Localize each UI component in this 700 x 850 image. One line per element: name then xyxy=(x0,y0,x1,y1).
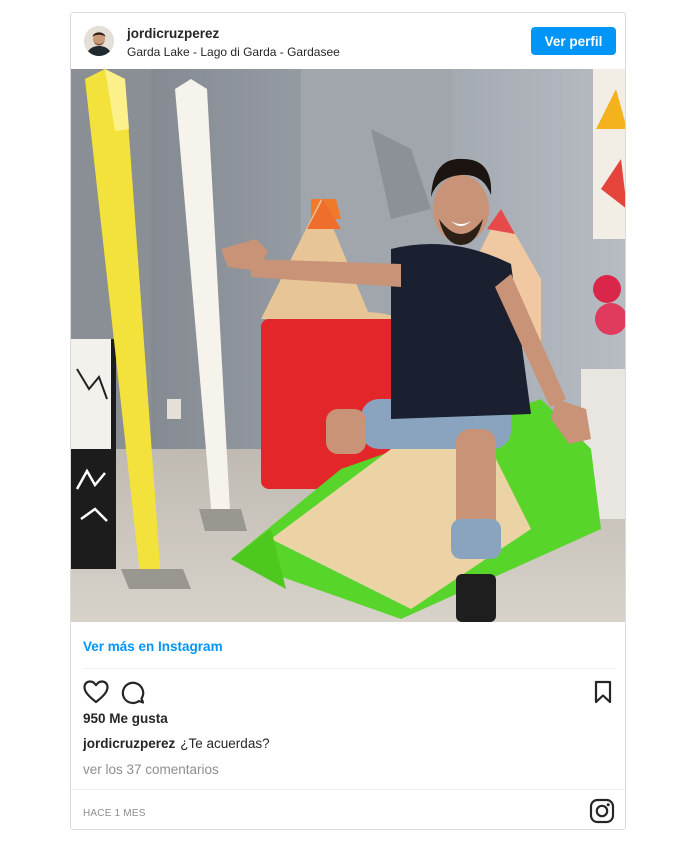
instagram-icon[interactable] xyxy=(589,798,615,824)
location-label[interactable]: Garda Lake - Lago di Garda - Gardasee xyxy=(127,45,340,59)
instagram-embed-card: jordicruzperez Garda Lake - Lago di Gard… xyxy=(70,12,626,830)
post-header: jordicruzperez Garda Lake - Lago di Gard… xyxy=(71,13,625,69)
action-bar xyxy=(71,677,625,713)
divider xyxy=(71,789,625,790)
caption-text: ¿Te acuerdas? xyxy=(180,736,270,751)
divider xyxy=(83,668,615,669)
view-more-link[interactable]: Ver más en Instagram xyxy=(83,639,223,654)
view-profile-button[interactable]: Ver perfil xyxy=(531,27,616,55)
caption: jordicruzperez ¿Te acuerdas? xyxy=(83,736,270,751)
caption-username[interactable]: jordicruzperez xyxy=(83,736,175,751)
view-comments-link[interactable]: ver los 37 comentarios xyxy=(83,762,219,777)
username[interactable]: jordicruzperez xyxy=(127,26,219,41)
post-image[interactable] xyxy=(71,69,625,622)
heart-icon[interactable] xyxy=(81,677,111,707)
post-time: HACE 1 MES xyxy=(83,808,146,819)
comment-icon[interactable] xyxy=(117,677,147,707)
avatar[interactable] xyxy=(84,26,114,56)
bookmark-icon[interactable] xyxy=(588,677,618,707)
likes-count[interactable]: 950 Me gusta xyxy=(83,711,168,726)
